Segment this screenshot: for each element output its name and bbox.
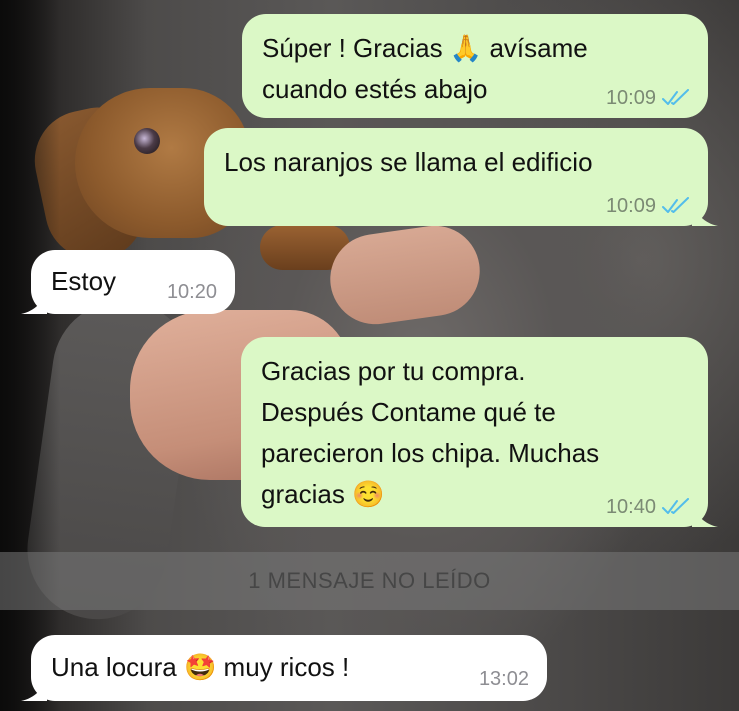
- wallpaper-dog-eye: [134, 128, 160, 154]
- message-meta: 10:09: [606, 86, 690, 110]
- message-bubble-outgoing[interactable]: Los naranjos se llama el edificio 10:09: [204, 128, 718, 226]
- message-time: 10:09: [605, 195, 656, 217]
- bubble-tail-icon: [21, 677, 47, 701]
- bubble-tail-icon: [21, 290, 47, 314]
- unread-messages-divider: 1 MENSAJE NO LEÍDO: [0, 552, 739, 610]
- message-bubble-outgoing[interactable]: Gracias por tu compra. Después Contame q…: [241, 337, 718, 527]
- message-time: 10:09: [605, 87, 656, 109]
- message-bubble-outgoing[interactable]: Súper ! Gracias 🙏 avísame cuando estés a…: [242, 14, 708, 118]
- message-time: 10:40: [605, 496, 656, 518]
- message-line: parecieron los chipa. Muchas: [261, 438, 600, 468]
- double-check-icon: [662, 89, 689, 105]
- message-time: 13:02: [478, 668, 529, 690]
- message-line: cuando estés abajo: [262, 74, 488, 104]
- message-line: Gracias por tu compra.: [261, 356, 526, 386]
- message-line: Estoy: [51, 266, 117, 296]
- message-text: Una locura 🤩 muy ricos !: [51, 647, 349, 688]
- message-meta: 10:40: [606, 495, 690, 519]
- message-line: gracias ☺️: [261, 479, 385, 509]
- message-text: Estoy: [51, 261, 116, 302]
- message-bubble-incoming[interactable]: Una locura 🤩 muy ricos ! 13:02: [21, 635, 547, 701]
- bubble-tail-icon: [692, 503, 718, 527]
- double-check-icon: [662, 197, 689, 213]
- bubble-tail-icon: [692, 202, 718, 226]
- message-line: Después Contame qué te: [261, 397, 556, 427]
- wallpaper-hand-upper: [324, 219, 486, 331]
- unread-messages-label: 1 MENSAJE NO LEÍDO: [248, 568, 491, 593]
- message-text: Los naranjos se llama el edificio: [224, 142, 593, 183]
- message-bubble-incoming[interactable]: Estoy 10:20: [21, 250, 235, 314]
- message-time: 10:20: [166, 281, 217, 303]
- message-line: Una locura 🤩 muy ricos !: [51, 652, 350, 682]
- message-meta: 10:09: [606, 194, 690, 218]
- message-text: Gracias por tu compra. Después Contame q…: [261, 351, 599, 515]
- message-line: Súper ! Gracias 🙏 avísame: [262, 33, 588, 63]
- message-meta: 10:20: [167, 280, 217, 304]
- double-check-icon: [662, 498, 689, 514]
- message-line: Los naranjos se llama el edificio: [224, 147, 593, 177]
- message-text: Súper ! Gracias 🙏 avísame cuando estés a…: [262, 28, 588, 110]
- message-meta: 13:02: [479, 667, 529, 691]
